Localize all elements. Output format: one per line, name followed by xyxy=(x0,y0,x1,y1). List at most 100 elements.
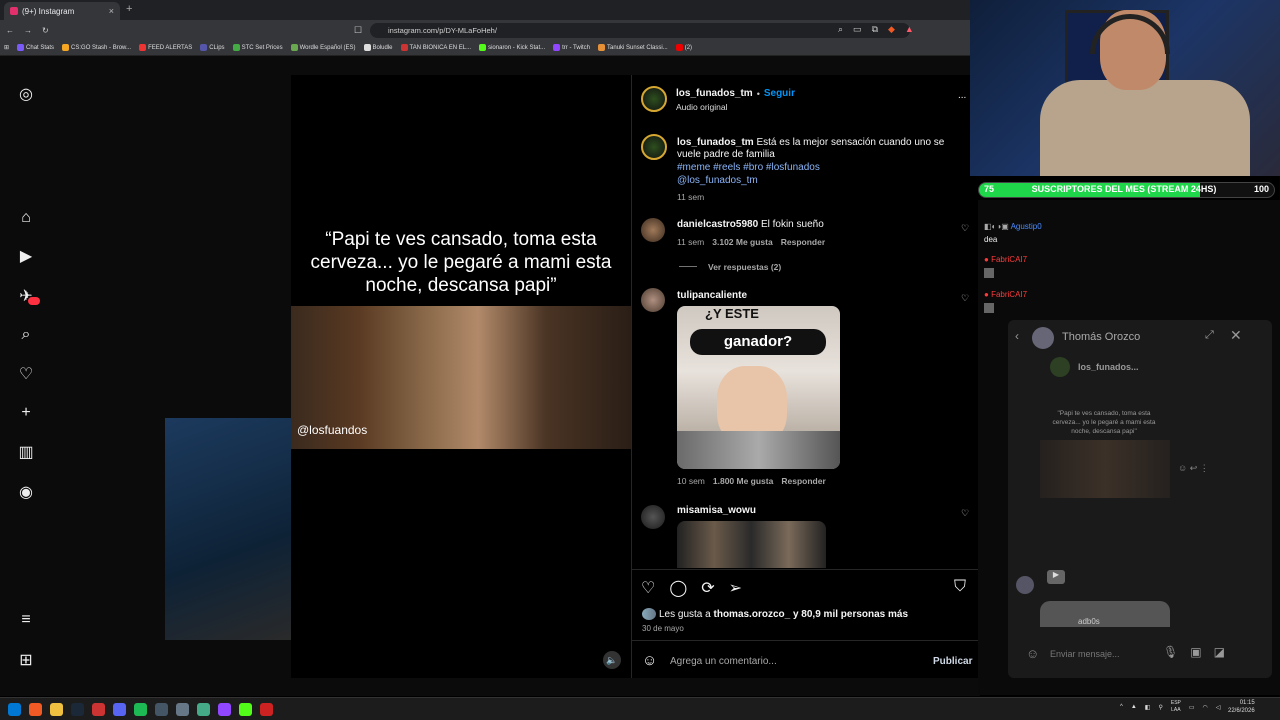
app-icon[interactable] xyxy=(176,702,189,716)
repost-icon[interactable]: ⟳ xyxy=(701,578,714,598)
tray-wifi-icon[interactable]: ◠ xyxy=(1203,704,1208,711)
save-icon[interactable]: ⛉ xyxy=(954,578,966,596)
comment-username[interactable]: misamisa_wowu xyxy=(677,505,756,516)
dm-avatar[interactable] xyxy=(1032,327,1054,349)
dm-expand-icon[interactable]: ⤢ xyxy=(1205,329,1214,342)
create-icon[interactable]: + xyxy=(16,403,36,423)
brave-icon[interactable] xyxy=(29,702,42,716)
bookmark-item[interactable]: CS:GO Stash - Brow... xyxy=(62,44,131,51)
comment-icon[interactable]: ◯ xyxy=(669,578,687,598)
share-icon[interactable]: ➢ xyxy=(729,578,742,598)
comment-like-icon[interactable]: ♡ xyxy=(961,223,969,234)
caption-hashtags[interactable]: #meme #reels #bro #losfunados xyxy=(677,162,820,174)
zoom-icon[interactable]: ⌕ xyxy=(838,24,843,35)
bookmark-item[interactable]: Chat Stats xyxy=(17,44,54,51)
dashboard-icon[interactable]: ▥ xyxy=(16,442,36,462)
follow-button[interactable]: Seguir xyxy=(764,88,795,99)
image-icon[interactable]: ▣ xyxy=(1190,645,1201,659)
bookmark-star-icon[interactable]: ☐ xyxy=(354,25,362,36)
likes-user[interactable]: thomas.orozco_ xyxy=(714,609,791,620)
comment-likes[interactable]: 1.800 Me gusta xyxy=(713,476,773,486)
tab-close-icon[interactable]: × xyxy=(109,6,114,16)
audio-label[interactable]: Audio original xyxy=(676,102,728,112)
search-icon[interactable]: ⌕ xyxy=(16,325,36,345)
apps-icon[interactable]: ⊞ xyxy=(4,44,9,51)
steam-icon[interactable] xyxy=(71,702,84,716)
reload-icon[interactable]: ↻ xyxy=(42,26,49,35)
likes-count[interactable]: y 80,9 mil personas más xyxy=(793,609,908,620)
microphone-icon[interactable]: 🎙 xyxy=(1163,645,1178,659)
bookmark-item[interactable]: STC Set Prices xyxy=(232,44,283,51)
caption-mention[interactable]: @los_funados_tm xyxy=(677,175,758,187)
rewards-icon[interactable]: ▲ xyxy=(905,24,914,35)
reply-button[interactable]: Responder xyxy=(781,476,825,486)
comment-like-icon[interactable]: ♡ xyxy=(961,293,969,304)
explorer-icon[interactable] xyxy=(50,702,63,716)
author-avatar[interactable] xyxy=(641,86,667,112)
app-icon[interactable] xyxy=(155,702,168,716)
app-icon[interactable] xyxy=(260,702,273,716)
more-options-icon[interactable]: ... xyxy=(958,90,966,101)
comment-avatar[interactable] xyxy=(641,218,665,242)
view-replies-button[interactable]: Ver respuestas (2) xyxy=(708,262,781,272)
tray-display-icon[interactable]: ▭ xyxy=(1189,704,1195,711)
dm-emoji-icon[interactable]: ☺ xyxy=(1026,646,1039,661)
new-tab-button[interactable]: + xyxy=(126,3,132,15)
language-indicator[interactable]: ESP LAA xyxy=(1171,700,1181,714)
tray-app-icon[interactable]: ◧ xyxy=(1145,704,1151,711)
forward-icon[interactable]: → xyxy=(24,26,32,35)
emoji-icon[interactable]: ☺ xyxy=(642,652,657,669)
tray-network-icon[interactable]: ▲ xyxy=(1131,704,1137,710)
bookmark-item[interactable]: Boludle xyxy=(363,44,393,51)
dm-back-icon[interactable]: ‹ xyxy=(1015,329,1019,343)
comment-input[interactable]: Agrega un comentario... xyxy=(670,656,777,667)
browser-tab[interactable]: (9+) Instagram × xyxy=(4,2,120,20)
bookmark-item[interactable]: Tanuki Sunset Classi... xyxy=(598,44,668,51)
dm-message-input[interactable]: Enviar mensaje... xyxy=(1050,649,1120,659)
bookmark-item[interactable]: sionaron - Kick Stat... xyxy=(479,44,545,51)
menu-icon[interactable]: ≡ xyxy=(16,610,36,630)
home-icon[interactable]: ⌂ xyxy=(16,208,36,228)
caption-username[interactable]: los_funados_tm xyxy=(677,137,754,148)
reply-button[interactable]: Responder xyxy=(781,237,825,247)
dm-message-card[interactable] xyxy=(1040,601,1170,627)
profile-avatar-icon[interactable]: ◉ xyxy=(16,482,36,502)
twitch-icon[interactable] xyxy=(218,702,231,716)
start-icon[interactable] xyxy=(8,702,21,716)
bookmark-item[interactable]: trr - Twitch xyxy=(553,44,590,51)
clock[interactable]: 01:15 22/6/2026 xyxy=(1228,699,1255,715)
discord-icon[interactable] xyxy=(113,702,126,716)
cast-icon[interactable]: ▭ xyxy=(853,24,862,35)
shared-post-thumbnail[interactable] xyxy=(1040,440,1170,498)
kick-icon[interactable] xyxy=(239,702,252,716)
comment-username[interactable]: tulipancaliente xyxy=(677,290,747,301)
notifications-heart-icon[interactable]: ♡ xyxy=(16,364,36,384)
bookmark-item[interactable]: Wordle Español (ES) xyxy=(290,44,356,51)
tray-chevron-icon[interactable]: ^ xyxy=(1120,704,1123,710)
spotify-icon[interactable] xyxy=(134,702,147,716)
chrome-icon[interactable] xyxy=(92,702,105,716)
bookmark-item[interactable]: CLips xyxy=(200,44,225,51)
comment-like-icon[interactable]: ♡ xyxy=(961,508,969,519)
sticker-icon[interactable]: ◪ xyxy=(1214,645,1225,659)
app-icon[interactable] xyxy=(197,702,210,716)
instagram-logo-icon[interactable]: ◎ xyxy=(16,84,36,104)
comment-username[interactable]: danielcastro5980 xyxy=(677,219,758,230)
comment-likes[interactable]: 3.102 Me gusta xyxy=(712,237,772,247)
bookmark-item[interactable]: FEED ALERTAS xyxy=(139,44,192,51)
comment-gif[interactable] xyxy=(677,521,826,568)
tray-usb-icon[interactable]: ⚲ xyxy=(1158,704,1162,711)
video-message-icon[interactable]: ▶ xyxy=(1047,570,1065,584)
reels-icon[interactable]: ▶ xyxy=(16,246,36,266)
comment-avatar[interactable] xyxy=(641,505,665,529)
dm-message-actions[interactable]: ☺ ↩ ⋮ xyxy=(1178,463,1209,474)
like-icon[interactable]: ♡ xyxy=(641,578,655,598)
mute-icon[interactable]: 🔈 xyxy=(603,651,621,669)
bookmark-item[interactable]: (2) xyxy=(675,44,692,51)
share-icon[interactable]: ⧉ xyxy=(872,24,878,35)
dm-close-icon[interactable]: ✕ xyxy=(1230,327,1242,344)
tray-volume-icon[interactable]: ◁ xyxy=(1216,704,1221,711)
caption-avatar[interactable] xyxy=(641,134,667,160)
brave-shield-icon[interactable]: ◆ xyxy=(888,24,895,35)
author-username[interactable]: los_funados_tm xyxy=(676,88,753,99)
